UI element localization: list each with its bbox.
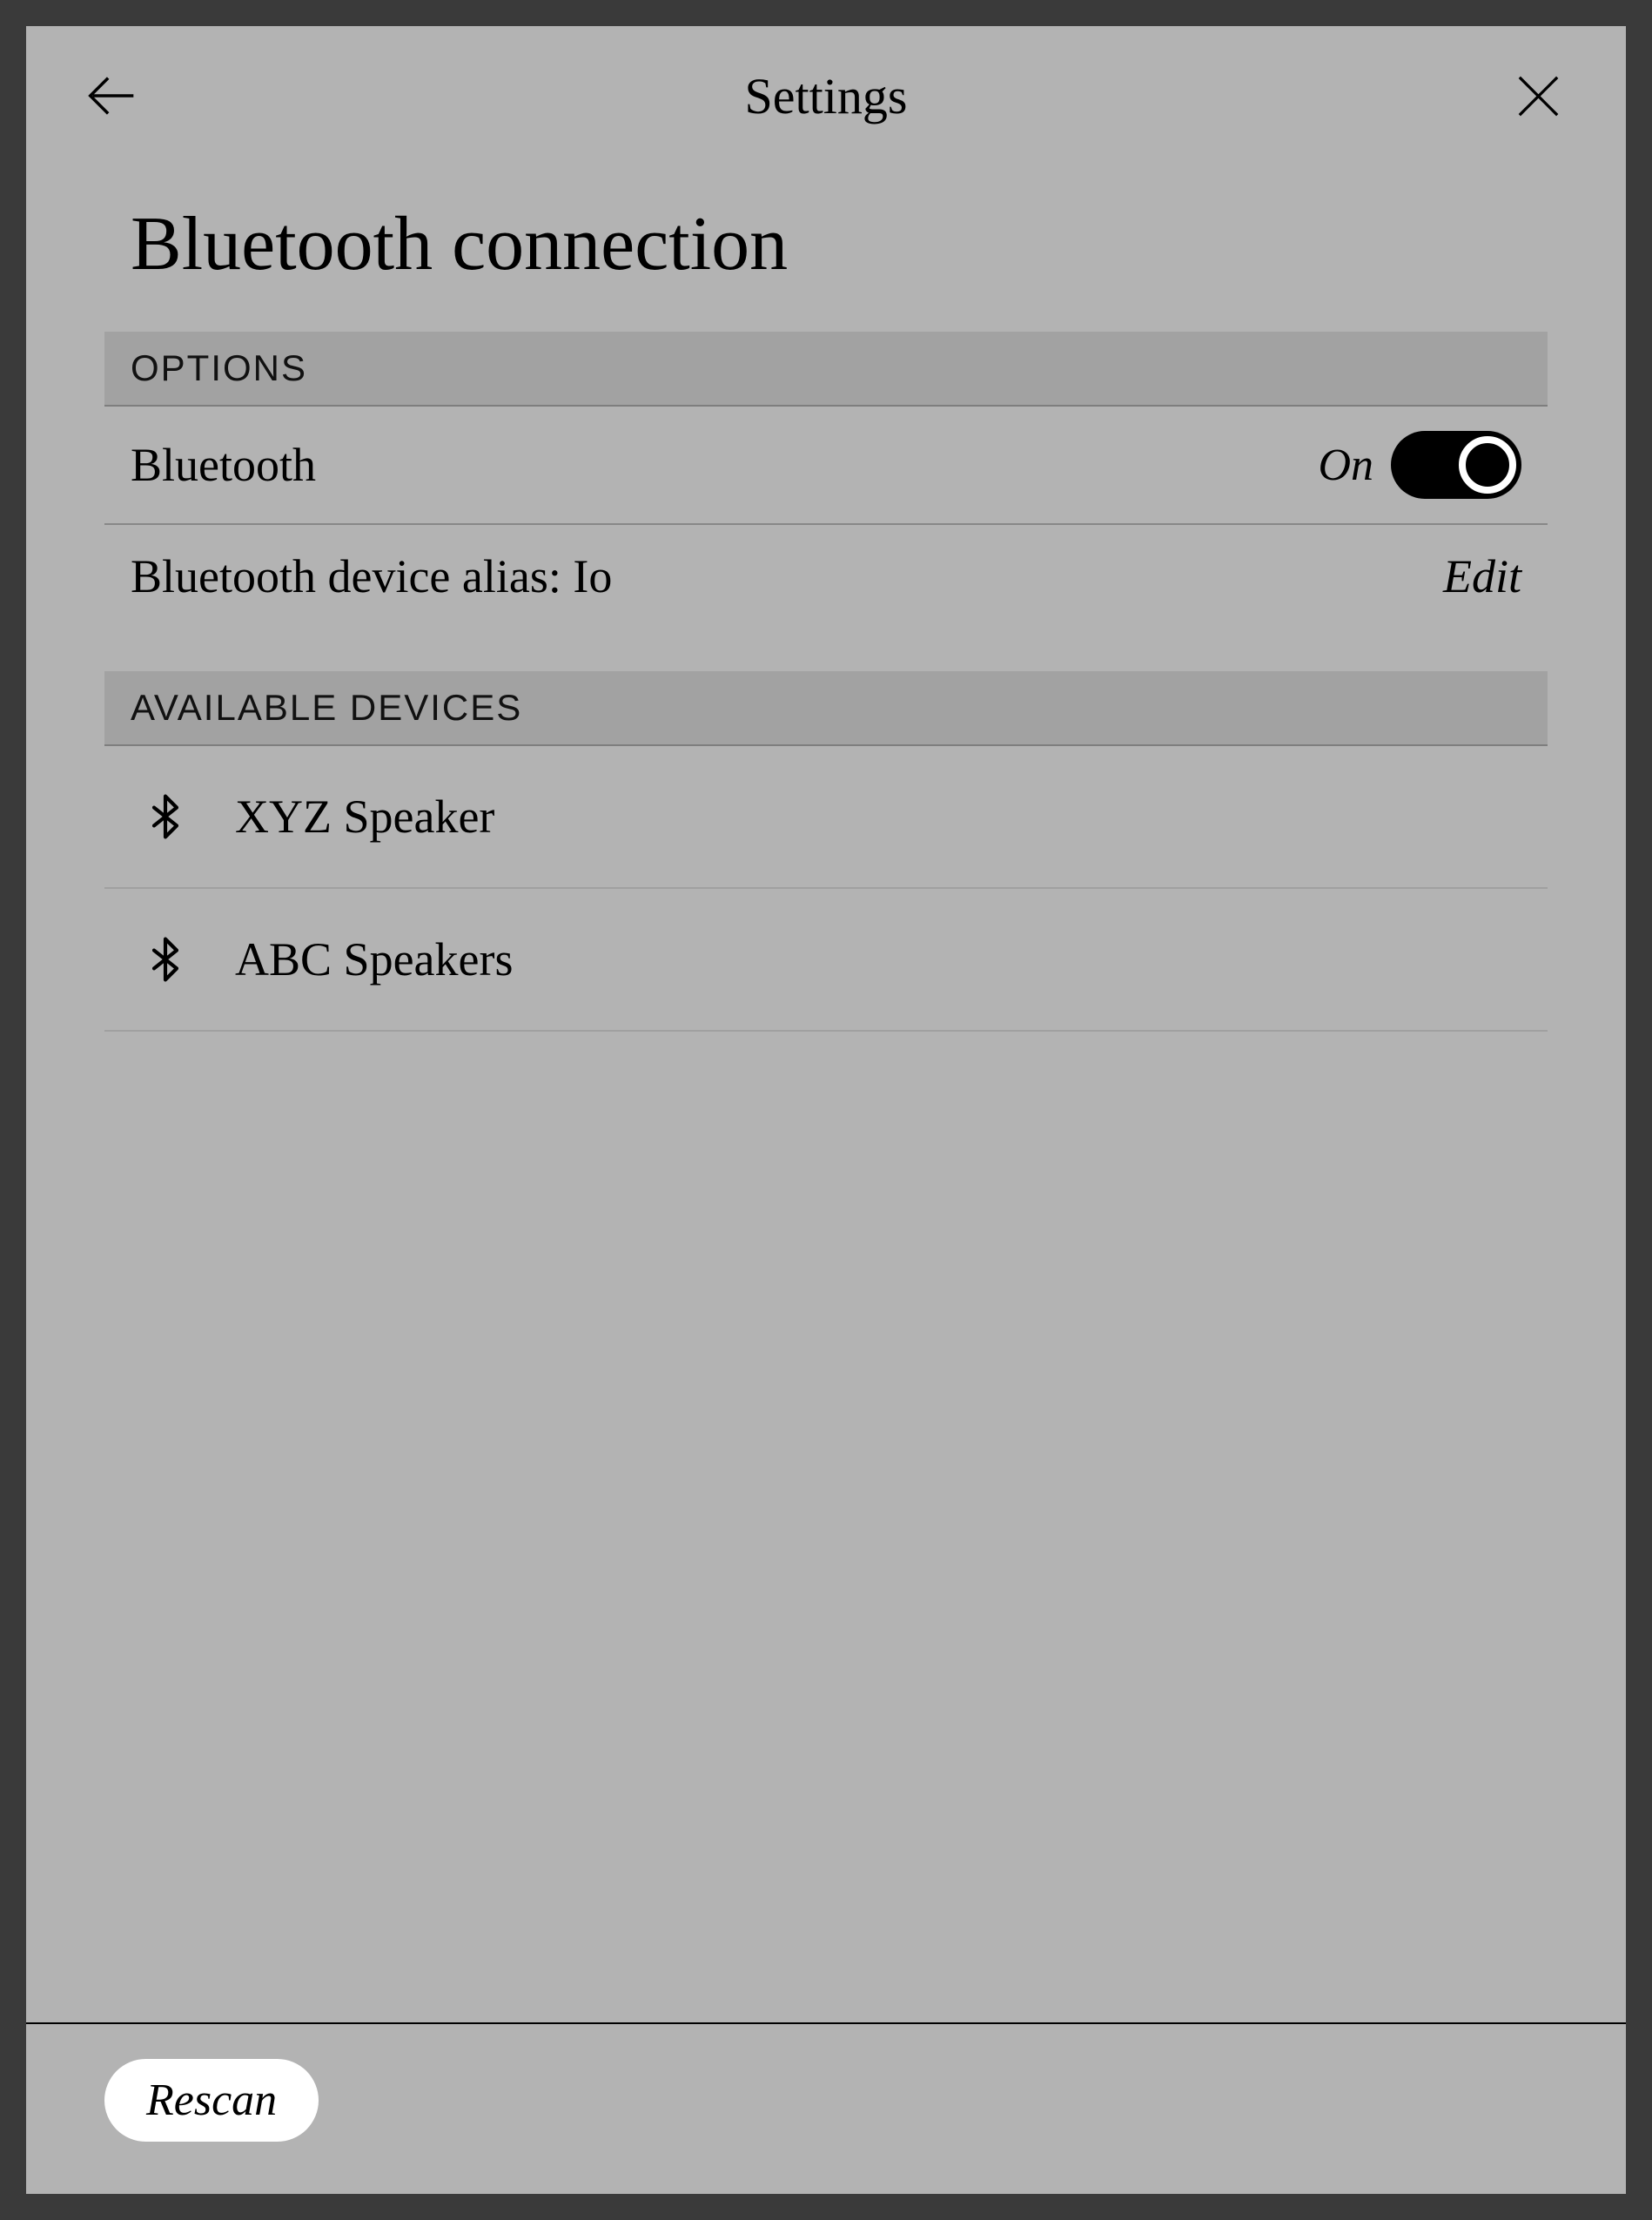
close-icon — [1510, 68, 1567, 124]
page-title: Bluetooth connection — [26, 131, 1626, 332]
bluetooth-toggle-wrap: On — [1318, 431, 1521, 499]
section-header-options: OPTIONS — [104, 332, 1548, 407]
arrow-left-icon — [83, 65, 144, 126]
bluetooth-state: On — [1318, 440, 1373, 491]
edit-alias-button[interactable]: Edit — [1443, 549, 1521, 603]
top-bar: Settings — [26, 26, 1626, 131]
header-title: Settings — [745, 67, 908, 125]
section-gap — [26, 628, 1626, 671]
bluetooth-label: Bluetooth — [131, 438, 316, 492]
device-name: ABC Speakers — [235, 932, 513, 986]
rescan-button[interactable]: Rescan — [104, 2059, 319, 2142]
section-header-available: AVAILABLE DEVICES — [104, 671, 1548, 746]
settings-screen: Settings Bluetooth connection OPTIONS Bl… — [26, 26, 1626, 2194]
toggle-knob — [1459, 436, 1516, 494]
spacer — [26, 1032, 1626, 2022]
bluetooth-toggle-row: Bluetooth On — [104, 407, 1548, 525]
back-button[interactable] — [78, 61, 148, 131]
footer: Rescan — [26, 2022, 1626, 2194]
device-row[interactable]: XYZ Speaker — [104, 746, 1548, 889]
bluetooth-toggle[interactable] — [1391, 431, 1521, 499]
alias-text: Bluetooth device alias: Io — [131, 549, 612, 603]
close-button[interactable] — [1504, 61, 1574, 131]
device-row[interactable]: ABC Speakers — [104, 889, 1548, 1032]
device-name: XYZ Speaker — [235, 790, 494, 844]
bluetooth-icon — [148, 794, 183, 839]
alias-row: Bluetooth device alias: Io Edit — [104, 525, 1548, 628]
bluetooth-icon — [148, 937, 183, 982]
rescan-label: Rescan — [146, 2075, 277, 2125]
